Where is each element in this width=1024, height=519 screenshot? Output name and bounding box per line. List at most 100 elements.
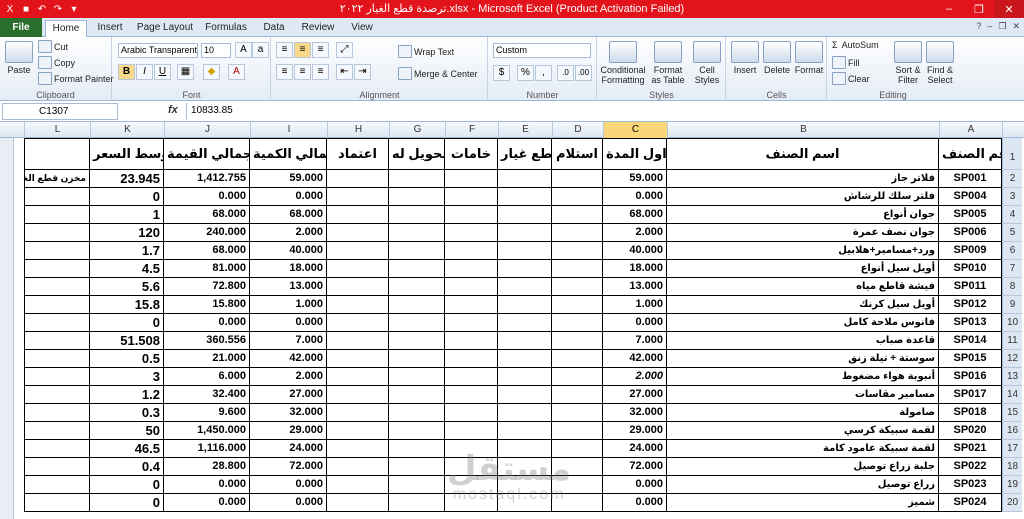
- tab-view[interactable]: View: [344, 20, 380, 37]
- cell-f[interactable]: [445, 296, 498, 314]
- column-header-i[interactable]: I: [250, 122, 327, 138]
- cell-c[interactable]: 7.000: [603, 332, 667, 350]
- cell-b[interactable]: صامولة: [667, 404, 939, 422]
- undo-icon[interactable]: ↶: [35, 2, 49, 16]
- header-cell-h[interactable]: اعتماد: [327, 138, 389, 170]
- header-cell-b[interactable]: اسم الصنف: [667, 138, 939, 170]
- cell-d[interactable]: [552, 188, 603, 206]
- cell-a[interactable]: SP017: [939, 386, 1002, 404]
- cell-c[interactable]: 2.000: [603, 224, 667, 242]
- cell-b[interactable]: شميز: [667, 494, 939, 512]
- cell-f[interactable]: [445, 368, 498, 386]
- column-header-g[interactable]: G: [389, 122, 445, 138]
- column-header-j[interactable]: J: [164, 122, 250, 138]
- cell-e[interactable]: [498, 476, 552, 494]
- cell-i[interactable]: 29.000: [250, 422, 327, 440]
- cell-k[interactable]: 0: [90, 188, 164, 206]
- font-name-select[interactable]: Arabic Transparent: [118, 43, 198, 58]
- cell-b[interactable]: سوستة + تيلة زنق: [667, 350, 939, 368]
- cell-f[interactable]: [445, 206, 498, 224]
- cell-e[interactable]: [498, 260, 552, 278]
- row-number[interactable]: 6: [1002, 242, 1022, 260]
- cell-l[interactable]: [24, 260, 90, 278]
- cell-f[interactable]: [445, 188, 498, 206]
- cell-g[interactable]: [389, 422, 445, 440]
- align-middle-icon[interactable]: ≡: [294, 42, 311, 58]
- cell-k[interactable]: 0: [90, 314, 164, 332]
- cell-b[interactable]: جوان أنواع: [667, 206, 939, 224]
- cell-h[interactable]: [327, 296, 389, 314]
- cell-k[interactable]: 51.508: [90, 332, 164, 350]
- cell-k[interactable]: 4.5: [90, 260, 164, 278]
- cell-l[interactable]: مخزن قطع الغيار: [24, 170, 90, 188]
- header-cell-e[interactable]: قطع غيار: [498, 138, 552, 170]
- cell-i[interactable]: 2.000: [250, 224, 327, 242]
- cell-g[interactable]: [389, 242, 445, 260]
- restore-button[interactable]: ❐: [964, 0, 994, 18]
- cell-i[interactable]: 1.000: [250, 296, 327, 314]
- cut-button[interactable]: Cut: [38, 40, 68, 53]
- delete-cells-button[interactable]: Delete: [761, 39, 793, 75]
- cell-g[interactable]: [389, 314, 445, 332]
- cell-e[interactable]: [498, 170, 552, 188]
- cell-e[interactable]: [498, 242, 552, 260]
- cell-h[interactable]: [327, 188, 389, 206]
- cell-e[interactable]: [498, 278, 552, 296]
- column-header-h[interactable]: H: [327, 122, 389, 138]
- cell-k[interactable]: 120: [90, 224, 164, 242]
- align-left-icon[interactable]: ≡: [276, 64, 293, 80]
- align-bottom-icon[interactable]: ≡: [312, 42, 329, 58]
- cell-j[interactable]: 0.000: [164, 476, 250, 494]
- cell-f[interactable]: [445, 224, 498, 242]
- cell-e[interactable]: [498, 440, 552, 458]
- cell-a[interactable]: SP006: [939, 224, 1002, 242]
- fill-button[interactable]: Fill: [832, 56, 860, 69]
- cell-b[interactable]: فيشة قاطع مياه: [667, 278, 939, 296]
- cell-d[interactable]: [552, 440, 603, 458]
- cell-f[interactable]: [445, 386, 498, 404]
- cell-b[interactable]: أويل سيل كرنك: [667, 296, 939, 314]
- row-number[interactable]: 3: [1002, 188, 1022, 206]
- row-number[interactable]: 12: [1002, 350, 1022, 368]
- format-cells-button[interactable]: Format: [793, 39, 825, 75]
- cell-e[interactable]: [498, 224, 552, 242]
- cell-h[interactable]: [327, 170, 389, 188]
- header-cell-f[interactable]: خامات: [445, 138, 498, 170]
- cell-h[interactable]: [327, 458, 389, 476]
- cell-e[interactable]: [498, 368, 552, 386]
- column-header-c[interactable]: C: [603, 122, 667, 138]
- shrink-font-icon[interactable]: a: [252, 42, 269, 58]
- cell-d[interactable]: [552, 242, 603, 260]
- cell-g[interactable]: [389, 278, 445, 296]
- align-center-icon[interactable]: ≡: [294, 64, 311, 80]
- cell-j[interactable]: 1,116.000: [164, 440, 250, 458]
- cell-g[interactable]: [389, 332, 445, 350]
- clear-button[interactable]: Clear: [832, 72, 870, 85]
- header-cell-g[interactable]: تحويل له: [389, 138, 445, 170]
- cell-k[interactable]: 0.3: [90, 404, 164, 422]
- autosum-button[interactable]: Σ AutoSum: [832, 40, 879, 50]
- cell-a[interactable]: SP005: [939, 206, 1002, 224]
- row-number[interactable]: 4: [1002, 206, 1022, 224]
- borders-icon[interactable]: ▦: [177, 64, 194, 80]
- cell-k[interactable]: 0: [90, 494, 164, 512]
- cell-a[interactable]: SP015: [939, 350, 1002, 368]
- cell-d[interactable]: [552, 296, 603, 314]
- cell-i[interactable]: 0.000: [250, 188, 327, 206]
- cell-e[interactable]: [498, 332, 552, 350]
- tab-data[interactable]: Data: [256, 20, 292, 37]
- cell-c[interactable]: 32.000: [603, 404, 667, 422]
- cell-l[interactable]: [24, 422, 90, 440]
- cell-l[interactable]: [24, 296, 90, 314]
- cell-i[interactable]: 27.000: [250, 386, 327, 404]
- cell-e[interactable]: [498, 458, 552, 476]
- header-cell-j[interactable]: اجمالي القيمة: [164, 138, 250, 170]
- cell-i[interactable]: 18.000: [250, 260, 327, 278]
- cell-f[interactable]: [445, 458, 498, 476]
- formula-input[interactable]: 10833.85: [186, 103, 1004, 120]
- sort-filter-button[interactable]: Sort & Filter: [892, 39, 924, 85]
- cell-c[interactable]: 40.000: [603, 242, 667, 260]
- cell-i[interactable]: 68.000: [250, 206, 327, 224]
- cell-j[interactable]: 28.800: [164, 458, 250, 476]
- tab-page-layout[interactable]: Page Layout: [134, 20, 196, 37]
